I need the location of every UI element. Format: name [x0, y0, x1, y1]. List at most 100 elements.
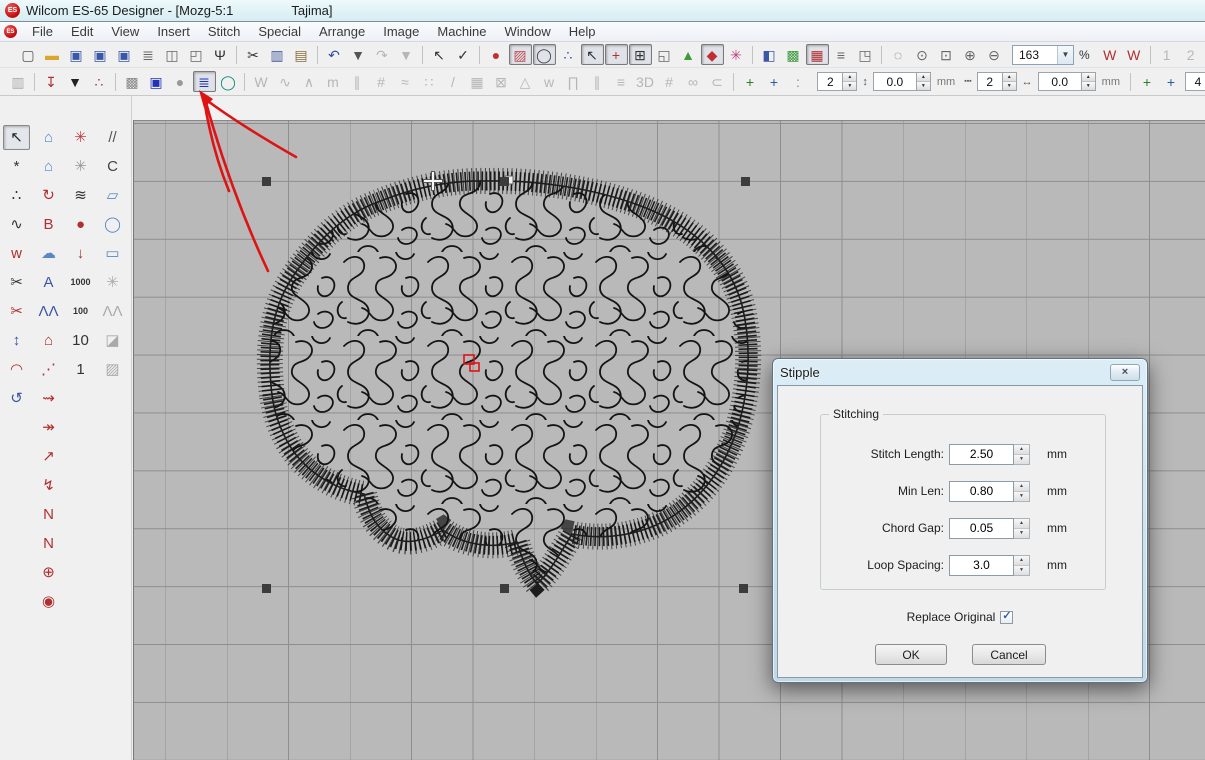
reshape-tool[interactable]: ⌂ — [35, 125, 62, 150]
chain-line-tool[interactable]: ⇝ — [35, 386, 62, 411]
cut-icon[interactable]: ✂ — [242, 44, 265, 65]
hatch-view-icon[interactable]: ▨ — [509, 44, 532, 65]
mirror-rotate-icon[interactable]: + — [1160, 71, 1183, 92]
buddy-tool[interactable]: ΛΛ — [35, 299, 62, 324]
team-names-tool[interactable]: ΛΛ — [99, 299, 126, 324]
sewing-machine-icon[interactable]: ◰ — [185, 44, 208, 65]
grid-stitch-icon[interactable]: # — [370, 71, 393, 92]
open-icon[interactable]: ▬ — [41, 44, 64, 65]
monogram-tool[interactable]: ✳ — [99, 270, 126, 295]
field-spinner[interactable]: ▲▼ — [1014, 555, 1030, 576]
wm-stitch-icon[interactable]: w — [538, 71, 561, 92]
remove-stitch-tool[interactable]: ✂ — [3, 270, 30, 295]
satin-stitch-icon[interactable]: W — [250, 71, 273, 92]
parallel-lines-tool[interactable]: // — [99, 125, 126, 150]
field-input[interactable]: 0.80 — [949, 481, 1014, 502]
texture-tool[interactable]: ▨ — [99, 357, 126, 382]
field-input[interactable]: 2.50 — [949, 444, 1014, 465]
kaleidoscope-icon[interactable]: + — [1136, 71, 1159, 92]
selection-handle-top-mid[interactable] — [500, 177, 509, 186]
cancel-button[interactable]: Cancel — [972, 644, 1046, 665]
arrow-line-tool[interactable]: ↠ — [35, 415, 62, 440]
rotate-tool[interactable]: ↻ — [35, 183, 62, 208]
spacing-1000-tool[interactable]: 1000 — [67, 270, 94, 295]
outline-offset-icon[interactable]: ◯ — [217, 71, 240, 92]
zoom-value[interactable]: 163 — [1013, 48, 1057, 62]
underlay-count-field[interactable]: 2 ▲▼ — [817, 72, 857, 91]
menu-item[interactable]: Stitch — [199, 22, 250, 41]
field-spinner[interactable]: ▲▼ — [1014, 518, 1030, 539]
penetrations-icon[interactable]: ↧ — [40, 71, 63, 92]
auto-select-icon[interactable]: ↖ — [428, 44, 451, 65]
selection-handle-bottom-left[interactable] — [262, 584, 271, 593]
options-check-icon[interactable]: ✓ — [452, 44, 475, 65]
document-icon[interactable]: ES — [4, 25, 17, 38]
e-stitch-icon[interactable]: m — [322, 71, 345, 92]
fur-stitch-icon[interactable]: # — [658, 71, 681, 92]
selection-handle-bottom-right[interactable] — [739, 584, 748, 593]
stitches-view-icon[interactable]: ● — [485, 44, 508, 65]
design-properties-icon[interactable]: ◳ — [854, 44, 877, 65]
dome-nodes-tool[interactable]: ⌂ — [35, 328, 62, 353]
fan-tool[interactable]: ◠ — [3, 357, 30, 382]
redo-icon[interactable]: ↷ — [371, 44, 394, 65]
dotted-stitch-icon[interactable]: ∷ — [418, 71, 441, 92]
flower-gray-tool[interactable]: ✳ — [67, 154, 94, 179]
selection-handle-top-left[interactable] — [262, 177, 271, 186]
picture-view-icon[interactable]: ▲ — [677, 44, 700, 65]
spacing-count-field[interactable]: 2 ▲▼ — [977, 72, 1017, 91]
save-design-icon[interactable]: ▣ — [113, 44, 136, 65]
weave-stitch-icon[interactable]: ▦ — [466, 71, 489, 92]
bold-zigzag-tool[interactable]: ↯ — [35, 473, 62, 498]
menu-item[interactable]: Arrange — [310, 22, 374, 41]
ok-button[interactable]: OK — [875, 644, 947, 665]
field-spinner[interactable]: ▲▼ — [1014, 444, 1030, 465]
star-circle-tool[interactable]: ⊕ — [35, 560, 62, 585]
zigzag-stitch-icon[interactable]: ∧ — [298, 71, 321, 92]
cut-stitch-tool[interactable]: ✂ — [3, 299, 30, 324]
hoop-template-icon[interactable]: ▥ — [7, 71, 30, 92]
undo-dropdown-icon[interactable]: ▼ — [347, 44, 370, 65]
export-worksheet-icon[interactable]: W — [1098, 44, 1121, 65]
spacing-1-tool[interactable]: 1 — [67, 357, 94, 382]
save-to-machine-icon[interactable]: ▣ — [89, 44, 112, 65]
horizontal-lines-icon[interactable]: ≡ — [610, 71, 633, 92]
pattern-fill-icon[interactable]: ∏ — [562, 71, 585, 92]
menu-item[interactable]: View — [102, 22, 148, 41]
lettering-tool[interactable]: A — [35, 270, 62, 295]
reshape-dome-tool[interactable]: ⌂ — [35, 154, 62, 179]
zoom-in-icon[interactable]: ⊕ — [959, 44, 982, 65]
spacing-length-spinner[interactable]: ▲▼ — [1082, 72, 1096, 91]
paste-icon[interactable]: ▤ — [290, 44, 313, 65]
tatami-stitch-icon[interactable]: ∥ — [346, 71, 369, 92]
zoom-factor-icon[interactable]: ◌ — [887, 44, 910, 65]
outlines-view-icon[interactable]: ◯ — [533, 44, 556, 65]
ring-b-icon[interactable]: ⊂ — [706, 71, 729, 92]
stitch-list-icon[interactable]: ≡ — [830, 44, 853, 65]
chevron-down-icon[interactable]: ▼ — [1057, 46, 1073, 64]
measure-tool[interactable]: ↕ — [3, 328, 30, 353]
field-input[interactable]: 0.05 — [949, 518, 1014, 539]
machine-connect-icon[interactable]: Ψ — [209, 44, 232, 65]
color-blend-tool[interactable]: ● — [67, 212, 94, 237]
add-holes-icon[interactable]: ∴ — [88, 71, 111, 92]
polygon-select-tool[interactable]: * — [3, 154, 30, 179]
rectangle-tool[interactable]: ▭ — [99, 241, 126, 266]
close-icon[interactable]: × — [1110, 364, 1140, 381]
send-to-stitch-manager-icon[interactable]: W — [1122, 44, 1145, 65]
grid-view-icon[interactable]: ⊞ — [629, 44, 652, 65]
selection-handle-top-right[interactable] — [741, 177, 750, 186]
wave-stitch-icon[interactable]: ≈ — [394, 71, 417, 92]
zoom-box-icon[interactable]: ⊡ — [935, 44, 958, 65]
zoom-1to1-icon[interactable]: ⊙ — [911, 44, 934, 65]
slant-stitch-icon[interactable]: / — [442, 71, 465, 92]
vertical-lines-icon[interactable]: ∥ — [586, 71, 609, 92]
reshape-node-tool[interactable]: ∴ — [3, 183, 30, 208]
elastic-fancy-tool[interactable]: ≋ — [67, 183, 94, 208]
wreath-dots-icon[interactable]: : — [787, 71, 810, 92]
redo-dropdown-icon[interactable]: ▼ — [395, 44, 418, 65]
run-stitch-tool[interactable]: ∿ — [3, 212, 30, 237]
underlay-length-spinner[interactable]: ▲▼ — [917, 72, 931, 91]
selection-handle-bottom-mid[interactable] — [500, 584, 509, 593]
brush-tool[interactable]: ◪ — [99, 328, 126, 353]
